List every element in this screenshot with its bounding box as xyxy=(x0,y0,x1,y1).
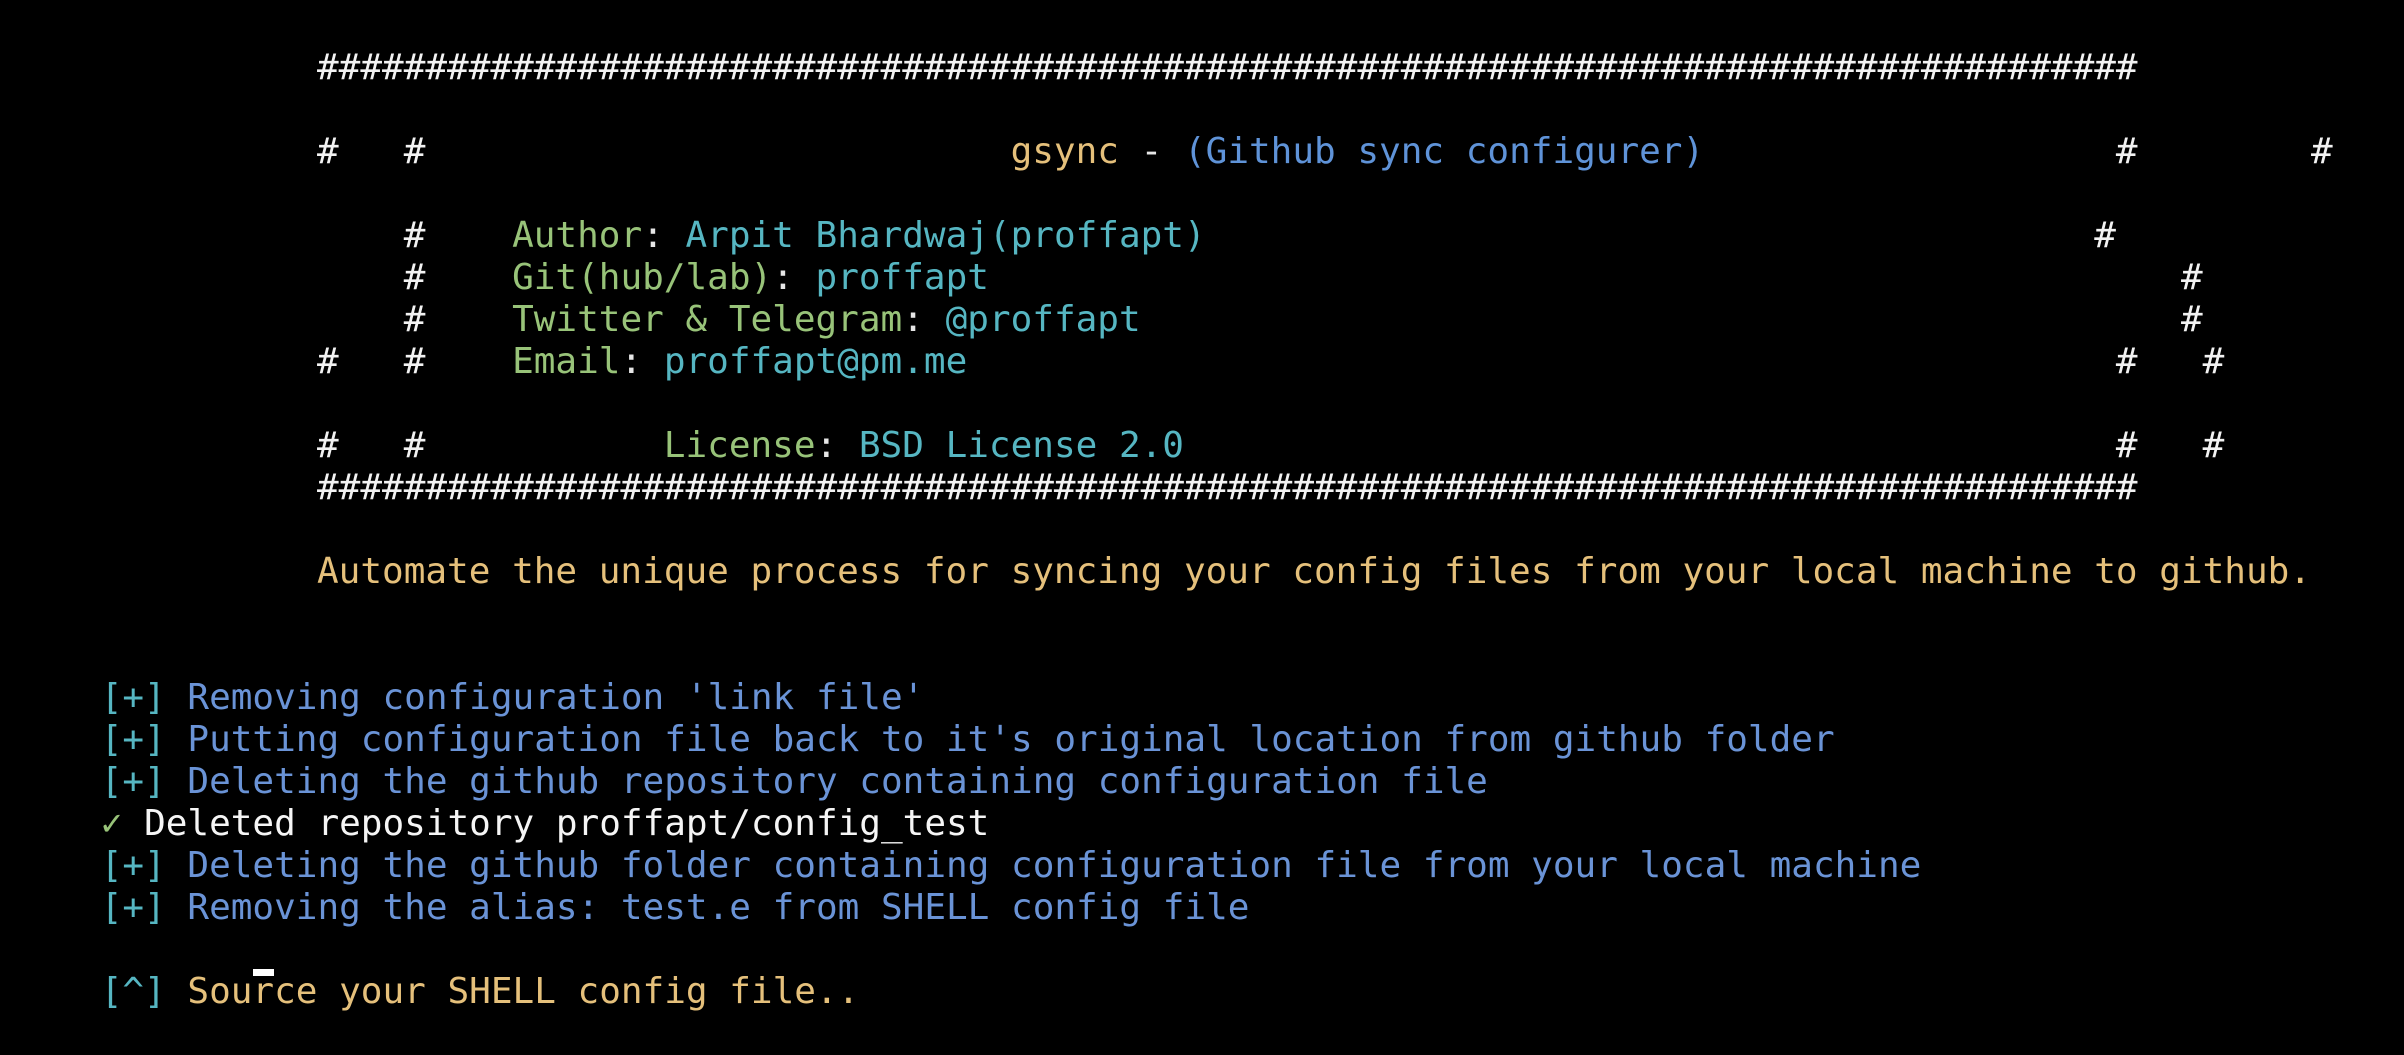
banner-top-border: ########################################… xyxy=(317,47,2138,88)
prompt-line: [^] Source your SHELL config file.. xyxy=(14,929,860,1012)
log-line: [+] Removing the alias: test.e from SHEL… xyxy=(14,845,1250,928)
log-line: [+] Removing configuration 'link file' xyxy=(14,635,925,718)
banner-title-row: # gsync - (Github sync configurer) # xyxy=(317,89,2333,172)
banner-blank-row-3: # # xyxy=(317,425,2138,466)
banner-social-row: # Twitter & Telegram: @proffapt # xyxy=(317,257,2203,340)
banner-bottom-border: ########################################… xyxy=(317,467,2138,508)
tagline: Automate the unique process for syncing … xyxy=(317,551,2311,592)
terminal-window[interactable]: ########################################… xyxy=(0,0,2404,1012)
banner-license-row: # License: BSD License 2.0 # xyxy=(317,383,2225,466)
terminal-cursor[interactable] xyxy=(253,969,274,976)
log-marker: [+] xyxy=(100,887,166,928)
log-text: Removing the alias: test.e from SHELL co… xyxy=(165,887,1250,928)
log-line-success: ✓ Deleted repository proffapt/config_tes… xyxy=(14,761,990,844)
prompt-marker: [^] xyxy=(100,971,166,1012)
log-line: [+] Deleting the github repository conta… xyxy=(14,719,1488,802)
log-line: [+] Putting configuration file back to i… xyxy=(14,677,1835,760)
banner-author-row: # Author: Arpit Bhardwaj(proffapt) # xyxy=(317,173,2116,256)
banner-email-row: # Email: proffapt@pm.me # xyxy=(317,299,2225,382)
banner-blank-row-1: # # xyxy=(317,131,2138,172)
banner-git-row: # Git(hub/lab): proffapt # xyxy=(317,215,2203,298)
banner-blank-row-2: # # xyxy=(317,341,2138,382)
log-line: [+] Deleting the github folder containin… xyxy=(14,803,1922,886)
prompt-text: Source your SHELL config file.. xyxy=(165,971,860,1012)
